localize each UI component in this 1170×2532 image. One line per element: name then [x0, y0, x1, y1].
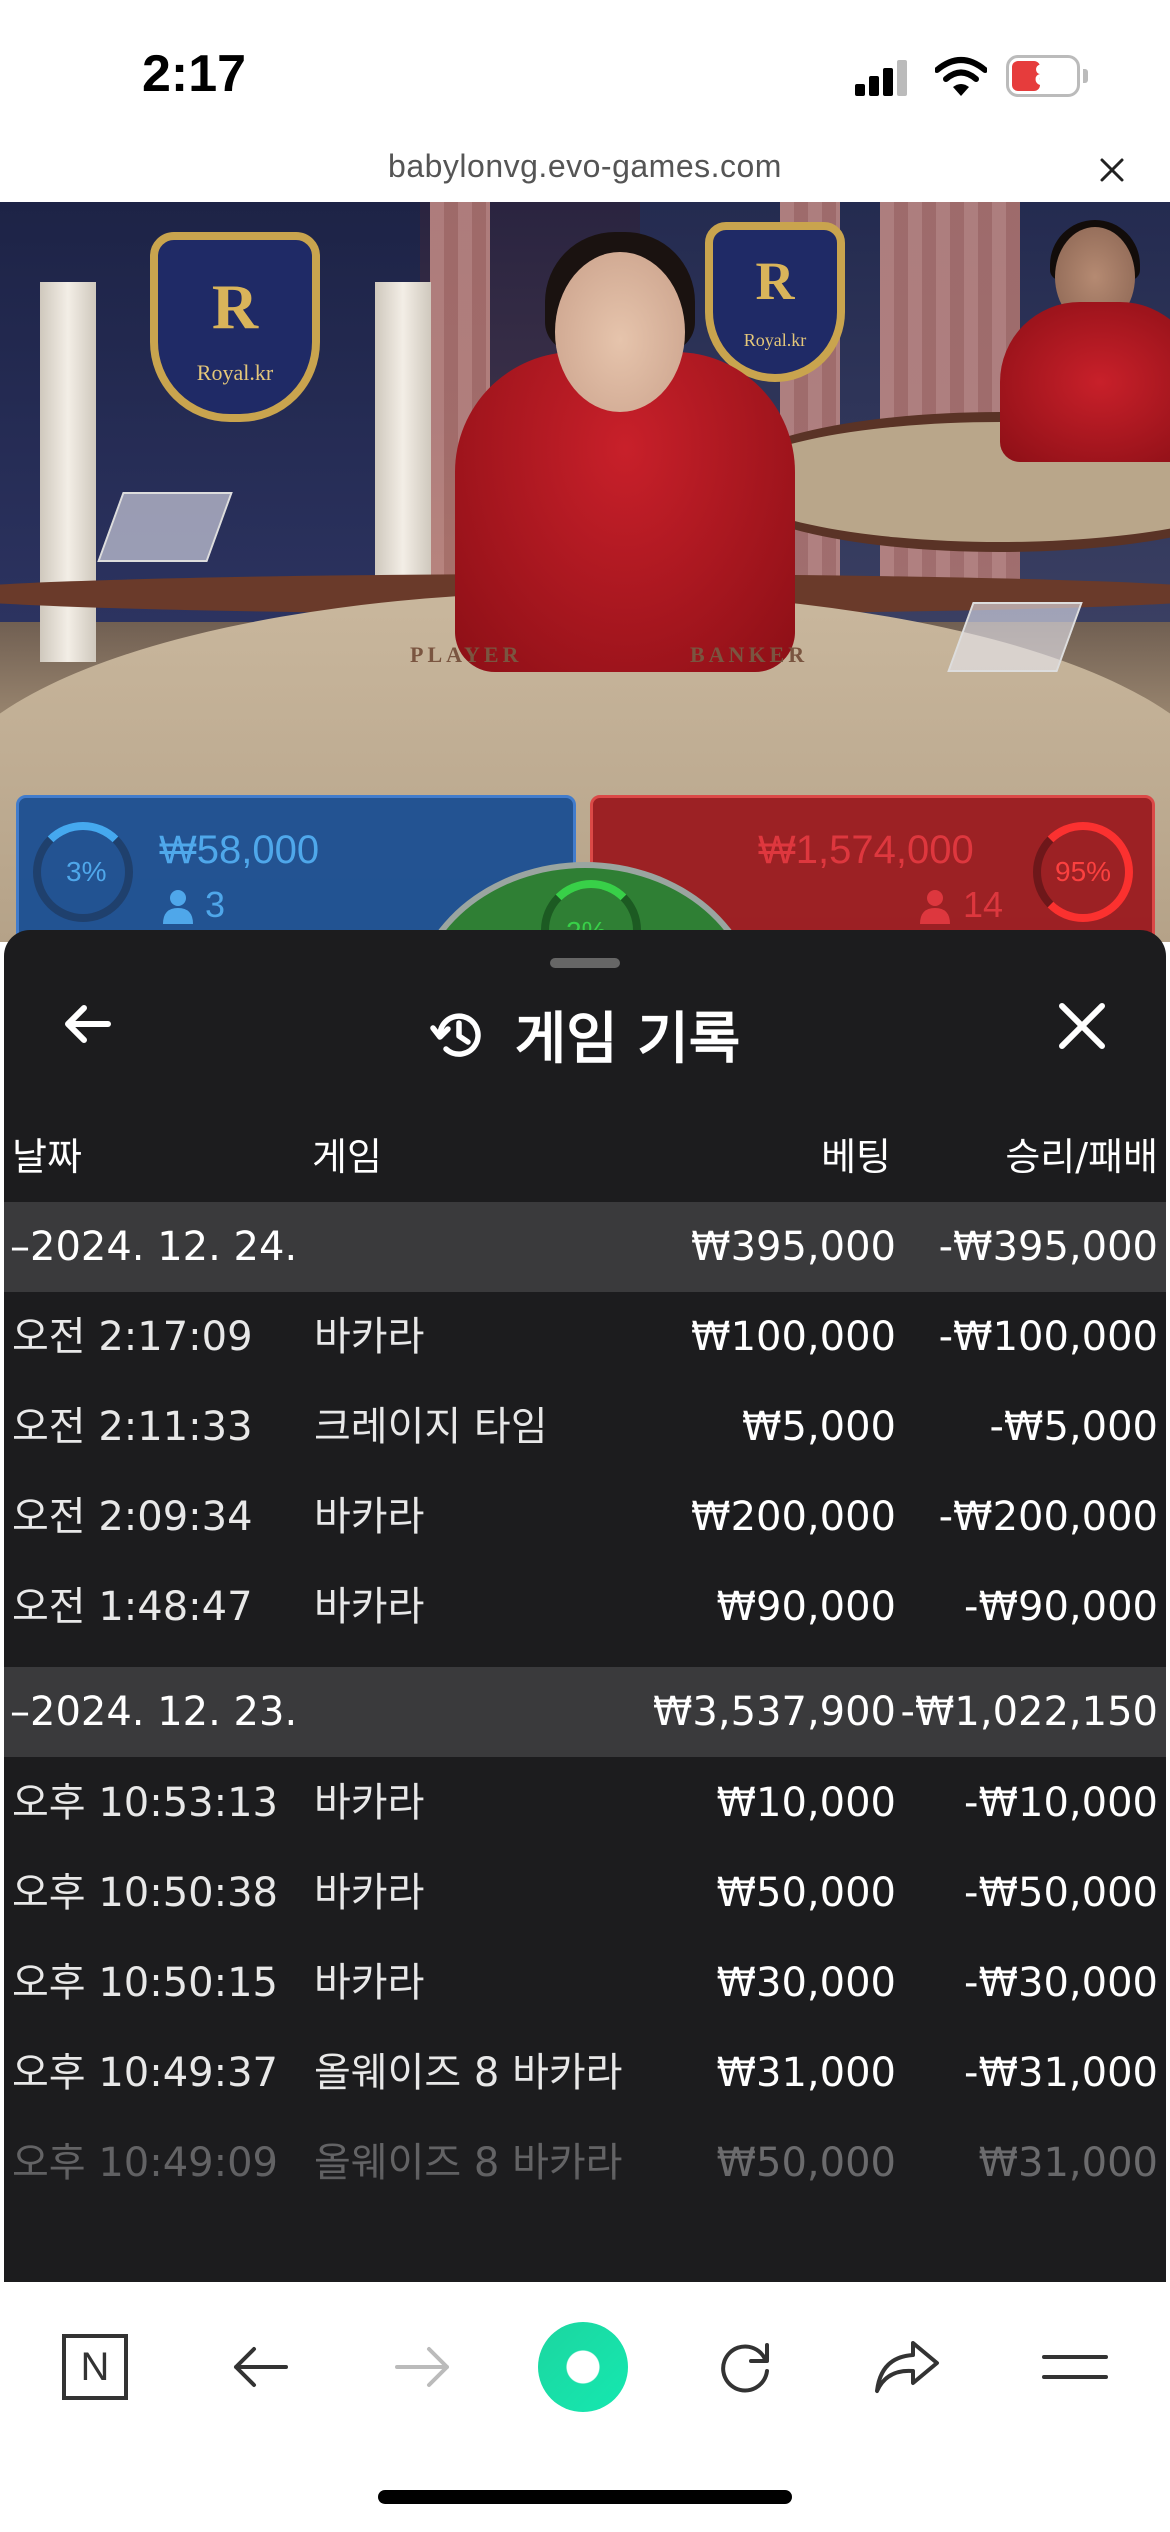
group-date: –2024. 12. 24. — [10, 1224, 298, 1270]
banker-pct: 95% — [1055, 856, 1112, 887]
row-game: 바카라 — [314, 1870, 425, 1916]
row-result: -₩31,000 — [964, 2050, 1158, 2096]
row-bet: ₩31,000 — [716, 2050, 896, 2096]
row-time: 오전 1:48:47 — [12, 1584, 253, 1630]
reload-icon — [721, 2343, 769, 2393]
row-game: 바카라 — [314, 1314, 425, 1360]
row-bet: ₩10,000 — [716, 1780, 896, 1826]
status-bar: 2:17 8 — [0, 0, 1170, 140]
url-text[interactable]: babylonvg.evo-games.com — [0, 148, 1170, 185]
close-icon[interactable] — [1092, 150, 1132, 190]
row-result: -₩50,000 — [964, 1870, 1158, 1916]
day-group-header[interactable]: –2024. 12. 23. ₩3,537,900 -₩1,022,150 — [4, 1667, 1166, 1757]
row-time: 오전 2:11:33 — [12, 1404, 253, 1450]
table-row[interactable]: 오후 10:50:15 바카라 ₩30,000 -₩30,000 — [4, 1938, 1166, 2028]
table-row[interactable]: 오전 2:17:09 바카라 ₩100,000 -₩100,000 — [4, 1292, 1166, 1382]
row-bet: ₩90,000 — [716, 1584, 896, 1630]
row-result: -₩5,000 — [989, 1404, 1159, 1450]
row-time: 오후 10:53:13 — [12, 1780, 278, 1826]
wifi-icon — [935, 57, 987, 96]
row-bet: ₩100,000 — [691, 1314, 896, 1360]
back-button[interactable] — [215, 2322, 305, 2412]
battery-icon: 8 — [1006, 55, 1088, 97]
table-row[interactable]: 오후 10:49:37 올웨이즈 8 바카라 ₩31,000 -₩31,000 — [4, 2028, 1166, 2118]
share-icon — [875, 2341, 939, 2393]
group-bet-total: ₩3,537,900 — [652, 1689, 896, 1735]
home-circle-icon — [538, 2322, 628, 2412]
forward-arrow-icon — [395, 2347, 449, 2387]
banker-amount: ₩1,574,000 — [758, 828, 974, 872]
row-bet: ₩200,000 — [691, 1494, 896, 1540]
row-result: -₩30,000 — [964, 1960, 1158, 2006]
battery-level: 8 — [1034, 59, 1052, 92]
reload-button[interactable] — [700, 2322, 790, 2412]
felt-banker-label: BANKER — [690, 642, 809, 667]
row-time: 오전 2:09:34 — [12, 1494, 253, 1540]
home-indicator[interactable] — [378, 2490, 792, 2504]
menu-button[interactable] — [1030, 2322, 1120, 2412]
row-result: -₩200,000 — [938, 1494, 1158, 1540]
felt-player-label: PLAYER — [410, 642, 523, 667]
row-game: 크레이지 타임 — [314, 1404, 548, 1450]
naver-button[interactable]: N — [50, 2322, 140, 2412]
row-time: 오후 10:49:37 — [12, 2050, 278, 2096]
share-button[interactable] — [862, 2322, 952, 2412]
row-game: 바카라 — [314, 1494, 425, 1540]
status-time: 2:17 — [142, 45, 247, 103]
sheet-title: 게임 기록 — [514, 1007, 741, 1072]
row-time: 오후 10:50:38 — [12, 1870, 278, 1916]
row-bet: ₩50,000 — [716, 1870, 896, 1916]
group-result-total: -₩395,000 — [938, 1224, 1158, 1270]
row-game: 바카라 — [314, 1960, 425, 2006]
royal-logo-small: R Royal.kr — [705, 222, 845, 382]
column-header-result: 승리/패배 — [1005, 1135, 1158, 1179]
banker-count: 14 — [963, 884, 1004, 925]
row-game: 바카라 — [314, 1584, 425, 1630]
sheet-grabber[interactable] — [550, 958, 620, 968]
column-header-date: 날짜 — [12, 1135, 82, 1179]
row-bet: ₩30,000 — [716, 1960, 896, 2006]
table-row[interactable]: 오전 2:11:33 크레이지 타임 ₩5,000 -₩5,000 — [4, 1382, 1166, 1472]
group-bet-total: ₩395,000 — [691, 1224, 896, 1270]
column-header-game: 게임 — [312, 1135, 382, 1179]
table-row[interactable]: 오후 10:53:13 바카라 ₩10,000 -₩10,000 — [4, 1758, 1166, 1848]
history-icon — [429, 1012, 481, 1057]
table-row[interactable]: 오후 10:50:38 바카라 ₩50,000 -₩50,000 — [4, 1848, 1166, 1938]
signal-icon — [855, 60, 915, 96]
row-game: 올웨이즈 8 바카라 — [314, 2050, 623, 2096]
close-icon[interactable] — [1054, 998, 1110, 1054]
user-icon — [163, 890, 193, 924]
url-bar[interactable]: babylonvg.evo-games.com — [0, 140, 1170, 202]
royal-logo: R Royal.kr — [150, 232, 320, 422]
row-time: 오전 2:17:09 — [12, 1314, 253, 1360]
table-row[interactable]: 오전 2:09:34 바카라 ₩200,000 -₩200,000 — [4, 1472, 1166, 1562]
player-pct: 3% — [66, 856, 107, 887]
player-count: 3 — [205, 884, 226, 925]
group-result-total: -₩1,022,150 — [900, 1689, 1158, 1735]
row-game: 바카라 — [314, 1780, 425, 1826]
table-row[interactable]: 오전 1:48:47 바카라 ₩90,000 -₩90,000 — [4, 1562, 1166, 1652]
user-icon — [920, 890, 950, 924]
day-group-header[interactable]: –2024. 12. 24. ₩395,000 -₩395,000 — [4, 1202, 1166, 1292]
row-result: -₩90,000 — [964, 1584, 1158, 1630]
back-arrow-icon — [234, 2347, 288, 2387]
player-amount: ₩58,000 — [159, 828, 320, 872]
home-button[interactable] — [538, 2322, 628, 2412]
row-time: 오후 10:50:15 — [12, 1960, 278, 2006]
row-bet: ₩5,000 — [741, 1404, 896, 1450]
game-history-sheet: 게임 기록 날짜 게임 베팅 승리/패배 –2024. 12. 24. ₩395… — [4, 930, 1166, 2282]
naver-n-icon: N — [62, 2334, 128, 2400]
group-date: –2024. 12. 23. — [10, 1689, 298, 1735]
menu-icon — [1042, 2355, 1108, 2379]
forward-button[interactable] — [378, 2322, 468, 2412]
column-header-bet: 베팅 — [821, 1135, 891, 1179]
sheet-header: 게임 기록 — [4, 994, 1166, 1072]
dealer-secondary — [1000, 302, 1170, 462]
row-result: -₩100,000 — [938, 1314, 1158, 1360]
row-result: -₩10,000 — [964, 1780, 1158, 1826]
